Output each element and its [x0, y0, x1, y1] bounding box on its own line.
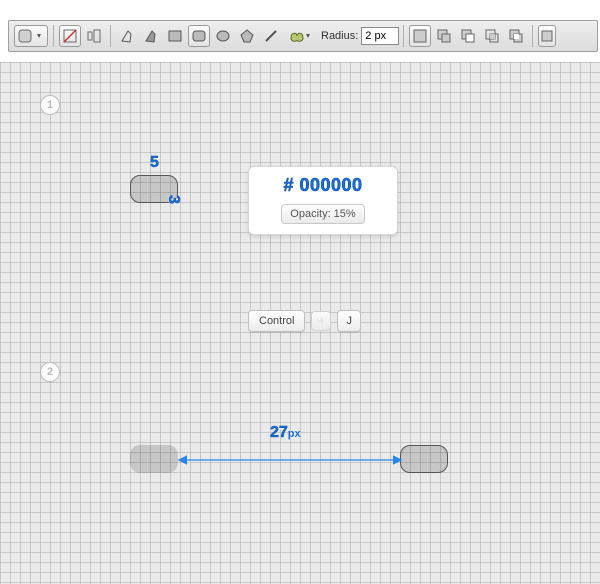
dim-height-3: 3	[164, 195, 182, 204]
combine-intersect[interactable]	[481, 25, 503, 47]
combine-subtract[interactable]	[457, 25, 479, 47]
color-popup: # 000000 Opacity: 15%	[248, 166, 398, 235]
canvas-grid[interactable]: 1 5 3 # 000000 Opacity: 15% Control + J …	[0, 62, 600, 584]
step-badge-2: 2	[40, 362, 60, 382]
rounded-rectangle-tool[interactable]	[188, 25, 210, 47]
key-control: Control	[248, 310, 305, 332]
dim-distance: 27px	[270, 424, 301, 442]
combine-add[interactable]	[433, 25, 455, 47]
step-badge-1: 1	[40, 95, 60, 115]
shape-moved[interactable]	[400, 445, 448, 473]
line-tool[interactable]	[260, 25, 282, 47]
unconstrained-toggle[interactable]	[59, 25, 81, 47]
ellipse-tool[interactable]	[212, 25, 234, 47]
rectangle-tool[interactable]	[164, 25, 186, 47]
dim-distance-unit: px	[288, 428, 301, 440]
plus-icon: +	[311, 311, 331, 331]
radius-input[interactable]	[361, 27, 399, 45]
path-style-a[interactable]	[116, 25, 138, 47]
opacity-pill: Opacity: 15%	[281, 204, 364, 224]
dim-width-5: 5	[150, 154, 159, 172]
custom-shape-tool[interactable]	[284, 25, 314, 47]
toolbar-more[interactable]	[538, 25, 556, 47]
combine-new[interactable]	[409, 25, 431, 47]
toolbar: Radius:	[8, 20, 598, 52]
color-hex-value: # 000000	[259, 175, 387, 196]
shape-ghost	[130, 445, 178, 473]
key-j: J	[337, 310, 361, 332]
shape-preset-menu[interactable]	[14, 25, 48, 47]
dim-distance-value: 27	[270, 424, 288, 441]
shortcut-row: Control + J	[248, 310, 361, 332]
polygon-tool[interactable]	[236, 25, 258, 47]
distance-arrow	[176, 454, 404, 466]
combine-exclude[interactable]	[505, 25, 527, 47]
path-style-b[interactable]	[140, 25, 162, 47]
radius-label: Radius:	[321, 30, 358, 42]
fixed-size-toggle[interactable]	[83, 25, 105, 47]
